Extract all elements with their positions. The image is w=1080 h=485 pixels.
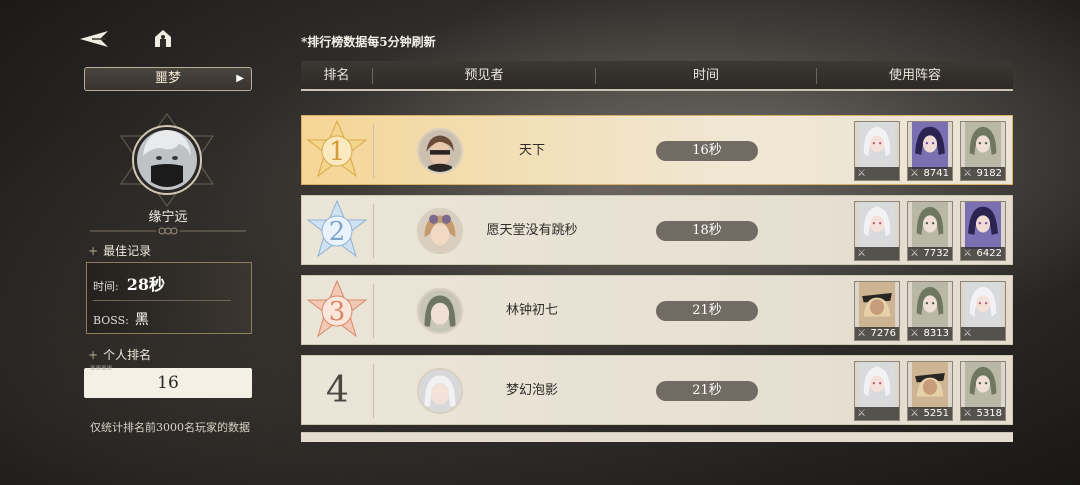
character-card[interactable]: ⚔17468 [854, 121, 900, 181]
sword-icon: ⚔ [910, 248, 919, 259]
character-card[interactable]: ⚔ 6422 [960, 201, 1006, 261]
character-power: 7732 [923, 248, 949, 259]
rank-1-medal-icon: 1 [306, 119, 368, 178]
rank-ornament-icon: ꕥꕥꕥꕥ [90, 365, 113, 372]
back-arrow-icon[interactable] [78, 28, 114, 50]
best-time-row: 时间: 28秒 [93, 271, 165, 295]
divider [93, 300, 231, 301]
leaderboard-row[interactable]: 4 梦幻泡影 21秒 ⚔17387 ⚔ 5251 ⚔ 5318 [301, 355, 1013, 425]
col-rank: 排名 [323, 68, 350, 83]
sword-icon: ⚔ [857, 328, 866, 339]
clear-time: 16秒 [656, 141, 758, 161]
chevron-right-icon: ▶ [236, 73, 244, 84]
rank-2-medal-icon: 2 [306, 199, 368, 258]
plus-icon: + [88, 244, 99, 258]
clear-time: 21秒 [656, 381, 758, 401]
sword-icon: ⚔ [963, 408, 972, 419]
character-card[interactable]: ⚔ 5318 [960, 361, 1006, 421]
character-power: 8313 [923, 328, 949, 339]
player-name: 愿天堂没有跳秒 [486, 223, 578, 238]
lineup[interactable]: ⚔17477 ⚔ 7732 ⚔ 6422 [854, 201, 1006, 261]
rank-3-medal-icon: 3 [306, 279, 368, 338]
best-time-value: 28秒 [126, 275, 165, 294]
col-time: 时间 [692, 68, 719, 83]
boss-value: 黑 [134, 312, 149, 328]
plus-icon: + [88, 348, 99, 362]
clear-time: 21秒 [656, 301, 758, 321]
character-power: 8741 [923, 168, 949, 179]
character-power: 6422 [976, 248, 1002, 259]
sword-icon: ⚔ [910, 328, 919, 339]
character-card[interactable]: ⚔ 5251 [907, 361, 953, 421]
character-power: 5251 [923, 408, 949, 419]
personal-rank-title: + 个人排名 [88, 348, 152, 362]
rank-number: 4 [326, 370, 349, 411]
sword-icon: ⚔ [910, 408, 919, 419]
leaderboard-row[interactable]: 2 愿天堂没有跳秒 18秒 ⚔17477 ⚔ 7732 ⚔ 6422 [301, 195, 1013, 265]
best-record-title: + 最佳记录 [88, 244, 152, 258]
best-record-panel: 时间: 28秒 BOSS: 黑 [86, 262, 252, 334]
character-card[interactable]: ⚔ 7276 [854, 281, 900, 341]
player-avatar [417, 288, 463, 334]
personal-rank-box: ꕥꕥꕥꕥ 16 [84, 365, 252, 398]
ornament-divider [90, 227, 246, 235]
rank-number: 2 [329, 217, 346, 247]
player-name: 天下 [518, 143, 545, 158]
rank-number: 3 [329, 297, 346, 327]
sword-icon: ⚔ [963, 168, 972, 179]
sword-icon: ⚔ [857, 168, 866, 179]
col-lineup: 使用阵容 [888, 68, 941, 83]
player-avatar [417, 128, 463, 174]
character-power: 5318 [976, 408, 1002, 419]
character-card[interactable]: ⚔ 7732 [907, 201, 953, 261]
boss-row: BOSS: 黑 [93, 309, 149, 329]
footnote: 仅统计排名前3000名玩家的数据 [90, 421, 250, 434]
sword-icon: ⚔ [857, 408, 866, 419]
character-card[interactable]: ⚔17526 [960, 281, 1006, 341]
best-time-label: 时间: [93, 280, 119, 293]
player-name: 缘宁远 [148, 210, 188, 225]
divider [373, 204, 374, 258]
sword-icon: ⚔ [963, 328, 972, 339]
leaderboard-row[interactable]: 3 林钟初七 21秒 ⚔ 7276 ⚔ 8313 ⚔17526 [301, 275, 1013, 345]
personal-rank-value: 16 [157, 373, 179, 393]
boss-label: BOSS: [93, 314, 129, 327]
leaderboard-row-partial [301, 432, 1013, 442]
player-avatar [417, 208, 463, 254]
divider [373, 364, 374, 418]
character-card[interactable]: ⚔ 8313 [907, 281, 953, 341]
difficulty-select[interactable]: 噩梦 ▶ [84, 67, 252, 91]
lineup[interactable]: ⚔17387 ⚔ 5251 ⚔ 5318 [854, 361, 1006, 421]
divider [373, 124, 374, 178]
player-avatar [120, 113, 214, 207]
home-icon[interactable] [152, 27, 174, 49]
player-name: 梦幻泡影 [505, 383, 558, 398]
character-card[interactable]: ⚔ 8741 [907, 121, 953, 181]
character-power: 9182 [976, 168, 1002, 179]
lineup[interactable]: ⚔17468 ⚔ 8741 ⚔ 9182 [854, 121, 1006, 181]
sword-icon: ⚔ [910, 168, 919, 179]
character-card[interactable]: ⚔17477 [854, 201, 900, 261]
character-power: 7276 [870, 328, 896, 339]
character-card[interactable]: ⚔17387 [854, 361, 900, 421]
clear-time: 18秒 [656, 221, 758, 241]
divider [373, 284, 374, 338]
leaderboard-header: 排名 预见者 时间 使用阵容 [301, 61, 1013, 91]
sword-icon: ⚔ [857, 248, 866, 259]
col-player: 预见者 [464, 68, 504, 83]
difficulty-label: 噩梦 [154, 71, 181, 86]
character-card[interactable]: ⚔ 9182 [960, 121, 1006, 181]
lineup[interactable]: ⚔ 7276 ⚔ 8313 ⚔17526 [854, 281, 1006, 341]
leaderboard-row[interactable]: 1 天下 16秒 ⚔17468 ⚔ 8741 ⚔ 9182 [301, 115, 1013, 185]
rank-number: 1 [329, 137, 346, 167]
player-avatar [417, 368, 463, 414]
sword-icon: ⚔ [963, 248, 972, 259]
player-name: 林钟初七 [505, 303, 558, 318]
refresh-note: *排行榜数据每5分钟刷新 [301, 35, 436, 49]
